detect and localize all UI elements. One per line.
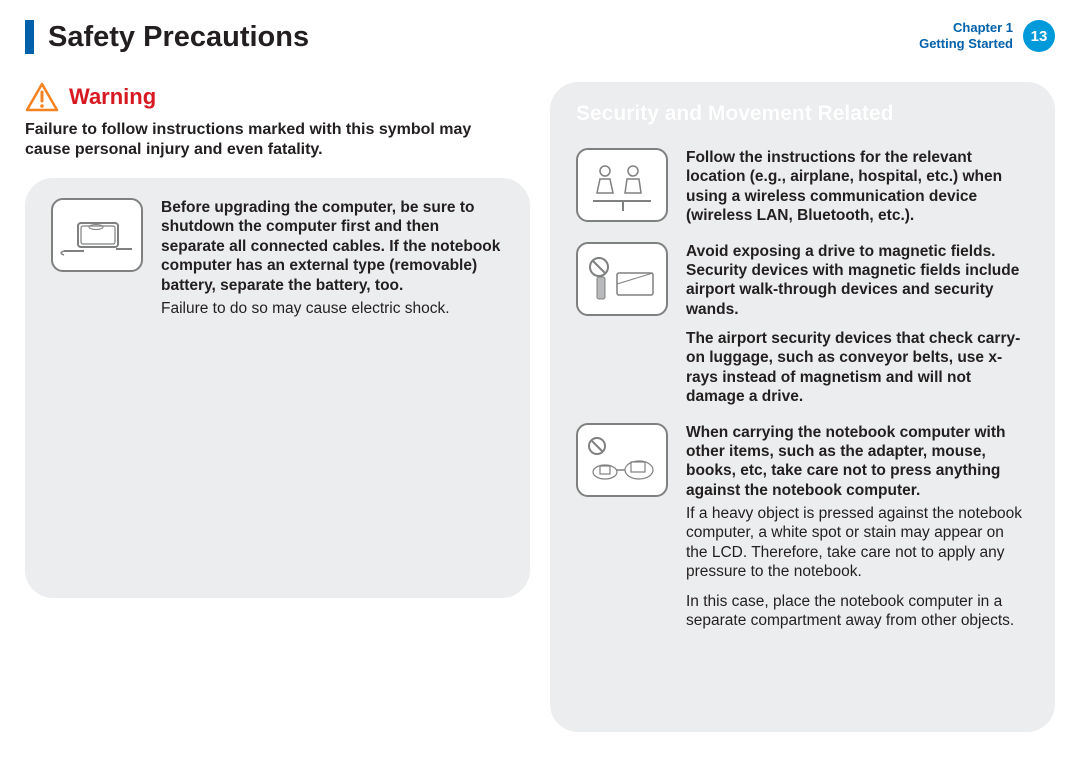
page-title: Safety Precautions bbox=[48, 21, 309, 54]
chapter-label: Chapter 1 bbox=[919, 20, 1013, 36]
item-bold-text-2: The airport security devices that check … bbox=[686, 329, 1029, 407]
title-accent-bar bbox=[25, 20, 34, 54]
item-bold-text: Before upgrading the computer, be sure t… bbox=[161, 198, 504, 295]
left-panel: Before upgrading the computer, be sure t… bbox=[25, 178, 530, 598]
precaution-item: Avoid exposing a drive to magnetic field… bbox=[576, 242, 1029, 407]
section-heading: Security and Movement Related bbox=[576, 102, 1029, 126]
precaution-item: When carrying the notebook computer with… bbox=[576, 423, 1029, 631]
chapter-info: Chapter 1 Getting Started 13 bbox=[919, 20, 1055, 52]
magnetic-field-icon bbox=[576, 242, 668, 316]
page-number-badge: 13 bbox=[1023, 20, 1055, 52]
warning-description: Failure to follow instructions marked wi… bbox=[25, 120, 515, 160]
item-bold-text: When carrying the notebook computer with… bbox=[686, 423, 1029, 501]
precaution-item: Follow the instructions for the relevant… bbox=[576, 148, 1029, 226]
item-body-text: Failure to do so may cause electric shoc… bbox=[161, 299, 504, 318]
airplane-usage-icon bbox=[576, 148, 668, 222]
warning-triangle-icon bbox=[25, 82, 59, 112]
item-bold-text: Follow the instructions for the relevant… bbox=[686, 148, 1029, 226]
right-panel: Security and Movement Related Follow the… bbox=[550, 82, 1055, 732]
chapter-section: Getting Started bbox=[919, 36, 1013, 52]
warning-label: Warning bbox=[69, 84, 156, 110]
carrying-notebook-icon bbox=[576, 423, 668, 497]
item-body-text-2: In this case, place the notebook compute… bbox=[686, 592, 1029, 631]
item-bold-text: Avoid exposing a drive to magnetic field… bbox=[686, 242, 1029, 320]
precaution-item: Before upgrading the computer, be sure t… bbox=[51, 198, 504, 318]
item-body-text: If a heavy object is pressed against the… bbox=[686, 504, 1029, 582]
upgrade-computer-icon bbox=[51, 198, 143, 272]
